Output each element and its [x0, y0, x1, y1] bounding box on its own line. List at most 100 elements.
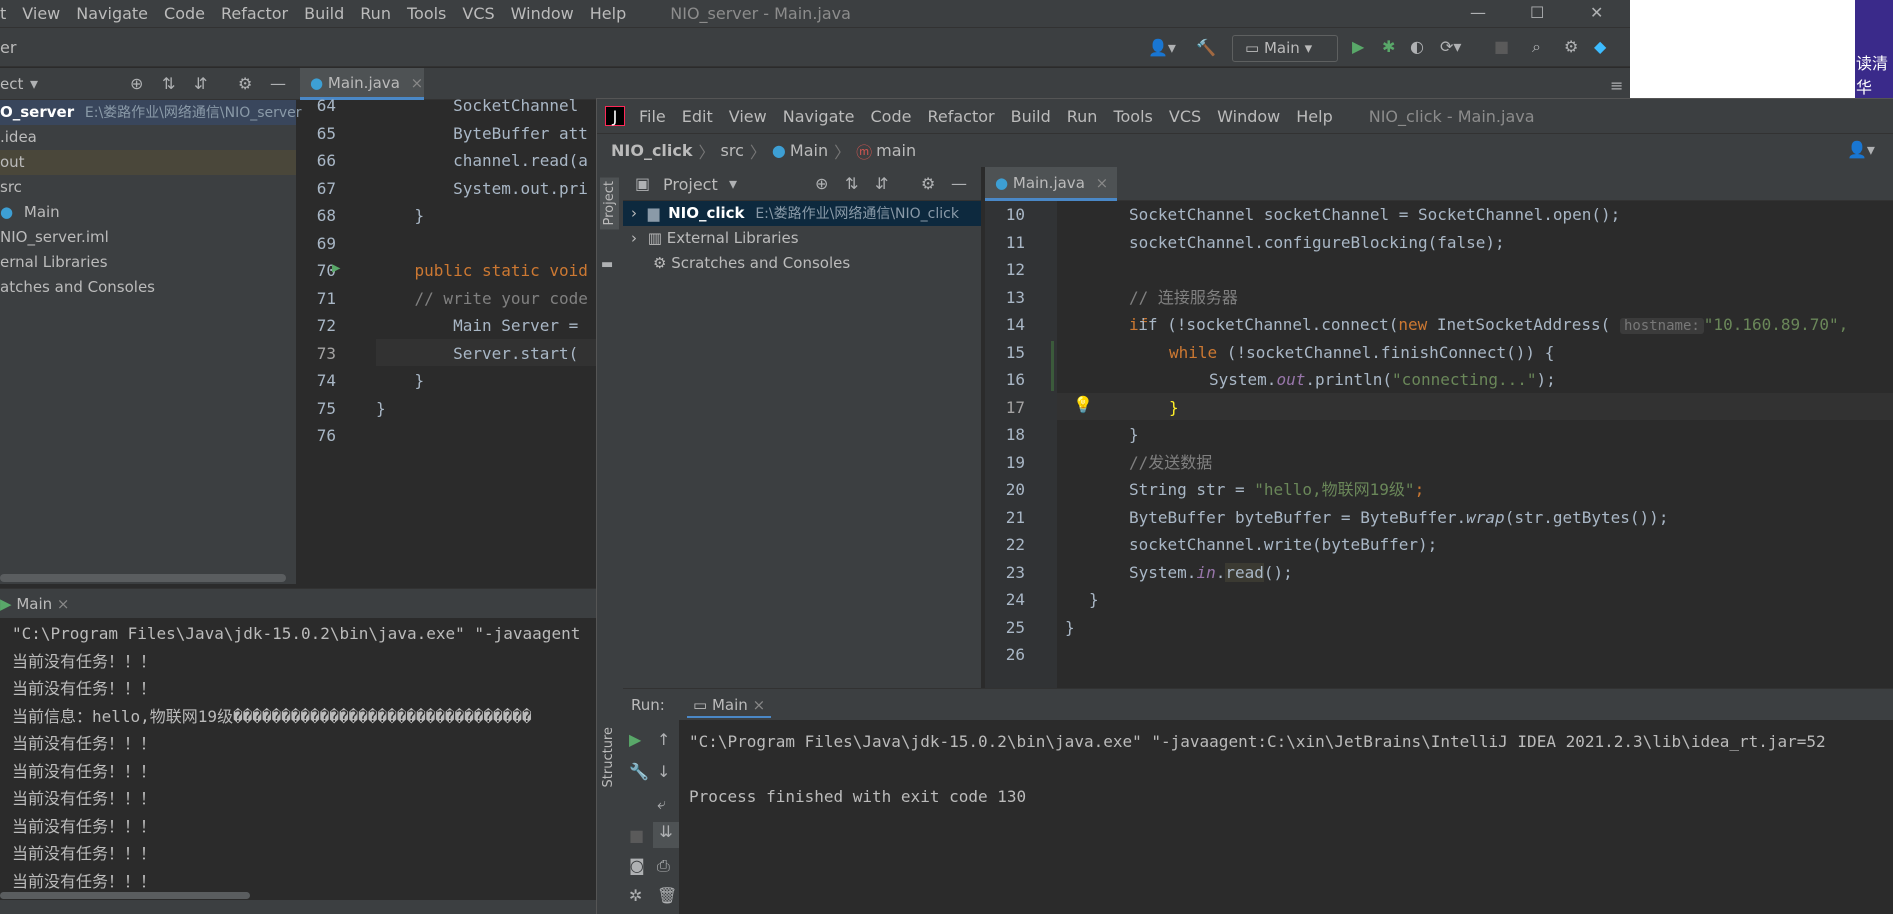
locate-icon[interactable]: ⊕	[130, 74, 143, 94]
soft-wrap-icon[interactable]: ⤶	[657, 794, 666, 814]
run-tab[interactable]: ▶ Main ×	[0, 595, 70, 613]
down-arrow-icon[interactable]: ↓	[657, 762, 670, 782]
tree-item-external-libraries[interactable]: ernal Libraries	[0, 250, 296, 275]
minimize-icon[interactable]: —	[1470, 3, 1486, 23]
menu-item-file[interactable]: File	[639, 107, 666, 126]
tree-item-scratches[interactable]: atches and Consoles	[0, 275, 296, 300]
menu-item-help[interactable]: Help	[590, 4, 626, 23]
jetbrains-toolbox-icon[interactable]: ◆	[1594, 37, 1606, 57]
breadcrumb-method[interactable]: main	[876, 141, 916, 160]
breadcrumb-class[interactable]: Main	[790, 141, 828, 160]
stop-icon[interactable]: ■	[1494, 37, 1509, 57]
menu-item-view[interactable]: View	[22, 4, 60, 23]
tree-item-main[interactable]: ● Main	[0, 200, 296, 225]
gear-icon[interactable]: ⚙	[921, 174, 935, 194]
gear-icon[interactable]: ⚙	[238, 74, 252, 94]
menu-item-tools[interactable]: Tools	[1113, 107, 1152, 126]
hide-icon[interactable]: —	[270, 74, 286, 94]
tree-item-idea[interactable]: .idea	[0, 125, 296, 150]
menu-item-code[interactable]: Code	[164, 4, 205, 23]
menu-item-navigate[interactable]: Navigate	[783, 107, 855, 126]
breadcrumb-src[interactable]: src	[721, 141, 744, 160]
menu-item-vcs[interactable]: VCS	[1169, 107, 1201, 126]
breadcrumb: NIO_click 〉 src 〉 ● Main 〉 ⓜ main 👤▾	[597, 133, 1893, 167]
tree-item-external-libraries[interactable]: › ▥ External Libraries	[623, 226, 981, 251]
back-editor[interactable]: 64 65 66 67 68 69 70 71 72 73 74 75 76 ▶…	[296, 92, 596, 584]
side-tab-structure[interactable]: Structure	[601, 727, 616, 787]
menu-item-window[interactable]: Window	[511, 4, 574, 23]
settings-icon[interactable]: ✲	[629, 886, 642, 906]
menu-item-run[interactable]: Run	[360, 4, 391, 23]
user-icon[interactable]: 👤▾	[1148, 38, 1176, 58]
build-hammer-icon[interactable]: 🔨	[1196, 38, 1216, 58]
menu-item-build[interactable]: Build	[1011, 107, 1051, 126]
camera-icon[interactable]: ◙	[629, 856, 645, 876]
rerun-icon[interactable]: ▶	[629, 730, 641, 750]
front-editor[interactable]: 10 11 12 13 14 15 16 17 18 19 20 21 22 2…	[985, 201, 1893, 688]
database-icon[interactable]: ≡	[1610, 76, 1623, 96]
code-line: System.out.pri	[376, 178, 588, 198]
tree-item-root[interactable]: O_server E:\娄路作业\网络通信\NIO_server	[0, 100, 302, 125]
gear-icon[interactable]: ⚙	[1564, 37, 1578, 57]
menu-item-build[interactable]: Build	[304, 4, 344, 23]
trash-icon[interactable]: 🗑	[657, 886, 677, 906]
close-icon[interactable]: ×	[411, 74, 424, 92]
collapse-all-icon[interactable]: ⇵	[194, 74, 207, 94]
tree-item-src[interactable]: src	[0, 175, 296, 200]
side-tab-project[interactable]: Project	[600, 177, 619, 230]
close-icon[interactable]: ×	[57, 595, 70, 613]
expand-all-icon[interactable]: ⇅	[845, 174, 858, 194]
tree-item-iml[interactable]: NIO_server.iml	[0, 225, 296, 250]
hide-icon[interactable]: —	[951, 174, 967, 194]
up-arrow-icon[interactable]: ↑	[657, 730, 670, 750]
debug-icon[interactable]: ✱	[1382, 37, 1395, 57]
breadcrumb-project[interactable]: NIO_click	[611, 141, 693, 160]
tree-item-out[interactable]: out	[0, 150, 296, 175]
coverage-icon[interactable]: ◐	[1410, 37, 1424, 57]
run-gutter-icon[interactable]: ▶	[332, 260, 340, 276]
menu-item-code[interactable]: Code	[871, 107, 912, 126]
menu-item-tools[interactable]: Tools	[407, 4, 446, 23]
print-icon[interactable]: ⎙	[657, 856, 670, 876]
maximize-icon[interactable]: ☐	[1530, 3, 1544, 23]
console-line: 当前没有任务！！！	[12, 761, 157, 781]
collapse-all-icon[interactable]: ⇵	[875, 174, 888, 194]
tree-item-scratches[interactable]: ⚙ Scratches and Consoles	[623, 251, 981, 276]
chevron-down-icon[interactable]: ▾	[30, 74, 38, 94]
menu-item[interactable]: t	[0, 4, 6, 23]
menu-item-run[interactable]: Run	[1067, 107, 1098, 126]
code-token: if (!socketChannel.connect(	[1138, 315, 1399, 334]
stop-icon[interactable]: ■	[629, 826, 644, 846]
tree-item-root[interactable]: › ▆ NIO_click E:\娄路作业\网络通信\NIO_click	[623, 201, 981, 226]
back-console[interactable]: "C:\Program Files\Java\jdk-15.0.2\bin\ja…	[0, 620, 596, 900]
user-icon[interactable]: 👤▾	[1847, 140, 1875, 160]
horizontal-scrollbar[interactable]	[0, 892, 250, 899]
search-icon[interactable]: ⌕	[1532, 37, 1541, 57]
run-config-select[interactable]: ▭ Main ▾	[1232, 35, 1338, 62]
chevron-down-icon[interactable]: ▾	[729, 174, 737, 194]
menu-item-refactor[interactable]: Refactor	[221, 4, 288, 23]
menu-item-vcs[interactable]: VCS	[462, 4, 494, 23]
close-icon[interactable]: ×	[753, 696, 766, 714]
menu-item-navigate[interactable]: Navigate	[76, 4, 148, 23]
profile-icon[interactable]: ⟳▾	[1440, 37, 1461, 57]
menu-item-window[interactable]: Window	[1217, 107, 1280, 126]
run-icon[interactable]: ▶	[1352, 37, 1364, 57]
project-view-label[interactable]: Project	[663, 175, 718, 194]
tab-main-java[interactable]: ● Main.java ×	[985, 167, 1117, 201]
wrench-icon[interactable]: 🔧	[629, 762, 649, 782]
expand-all-icon[interactable]: ⇅	[162, 74, 175, 94]
close-icon[interactable]: ✕	[1590, 3, 1603, 23]
menu-item-edit[interactable]: Edit	[682, 107, 713, 126]
close-icon[interactable]: ×	[1096, 174, 1109, 192]
locate-icon[interactable]: ⊕	[815, 174, 828, 194]
menu-item-view[interactable]: View	[729, 107, 767, 126]
project-view-label[interactable]: ect	[0, 75, 23, 93]
scroll-to-end-icon[interactable]: ⇊	[653, 822, 679, 848]
menu-item-help[interactable]: Help	[1296, 107, 1332, 126]
run-tab[interactable]: ▭ Main ×	[687, 694, 772, 718]
run-console[interactable]: "C:\Program Files\Java\jdk-15.0.2\bin\ja…	[689, 720, 1893, 914]
horizontal-scrollbar[interactable]	[0, 574, 286, 582]
menu-item-refactor[interactable]: Refactor	[927, 107, 994, 126]
line-number: 25	[1005, 617, 1025, 637]
